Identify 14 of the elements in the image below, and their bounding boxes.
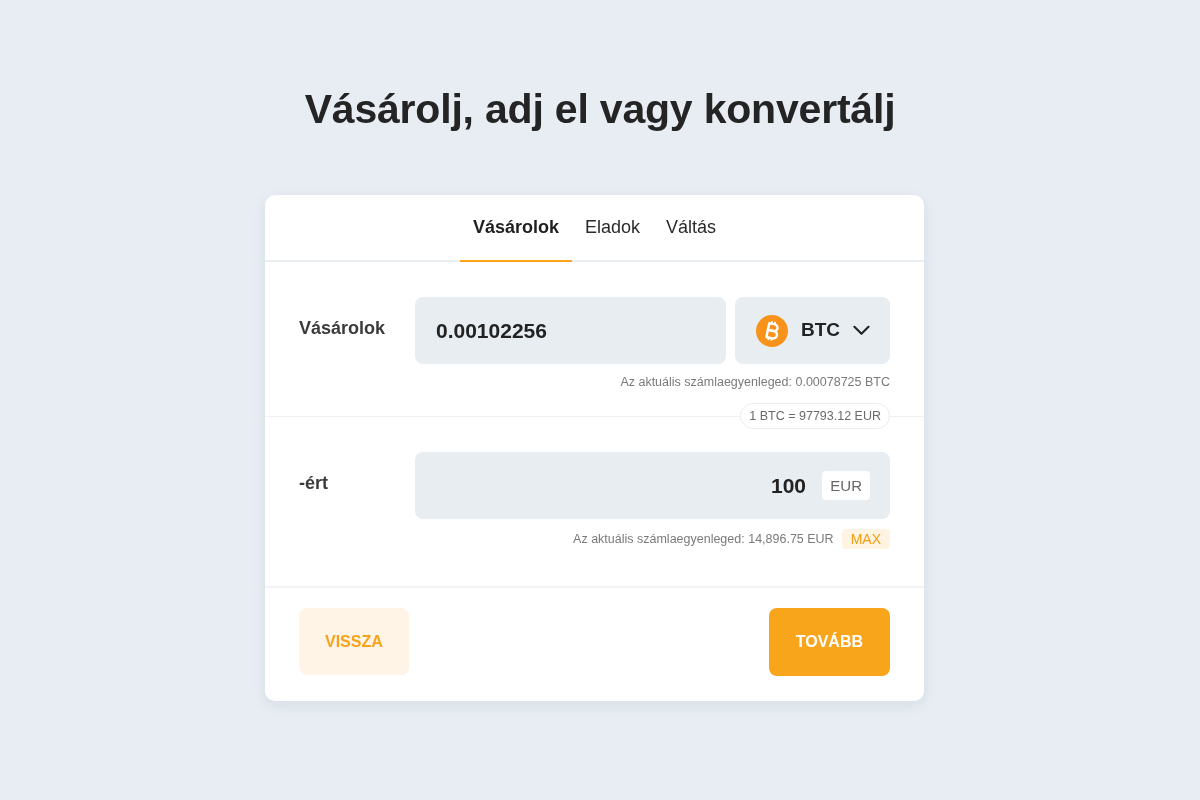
- currency-dropdown[interactable]: BTC: [735, 297, 890, 364]
- coin-icon: [756, 313, 788, 348]
- field-label: Vásárolok: [299, 317, 387, 339]
- tab[interactable]: Vásárolok: [459, 195, 572, 262]
- page-title: Vásárolj, adj el vagy konvertálj: [304, 85, 896, 134]
- amount-field[interactable]: 0.00102256: [415, 297, 726, 364]
- currency-label: EUR: [822, 471, 870, 500]
- tab[interactable]: Váltás: [653, 195, 730, 262]
- tab[interactable]: Eladok: [572, 195, 654, 262]
- field-label: -ért: [299, 472, 329, 494]
- chevron-down-icon: [853, 325, 870, 336]
- balance-text: Az aktuális számlaegyenleged: 14,896.75 EUR: [573, 531, 834, 547]
- balance-text: Az aktuális számlaegyenleged: 0.00078725 BTC: [620, 374, 890, 390]
- exchange-rate: 1 BTC = 97793.12 EUR: [740, 403, 890, 429]
